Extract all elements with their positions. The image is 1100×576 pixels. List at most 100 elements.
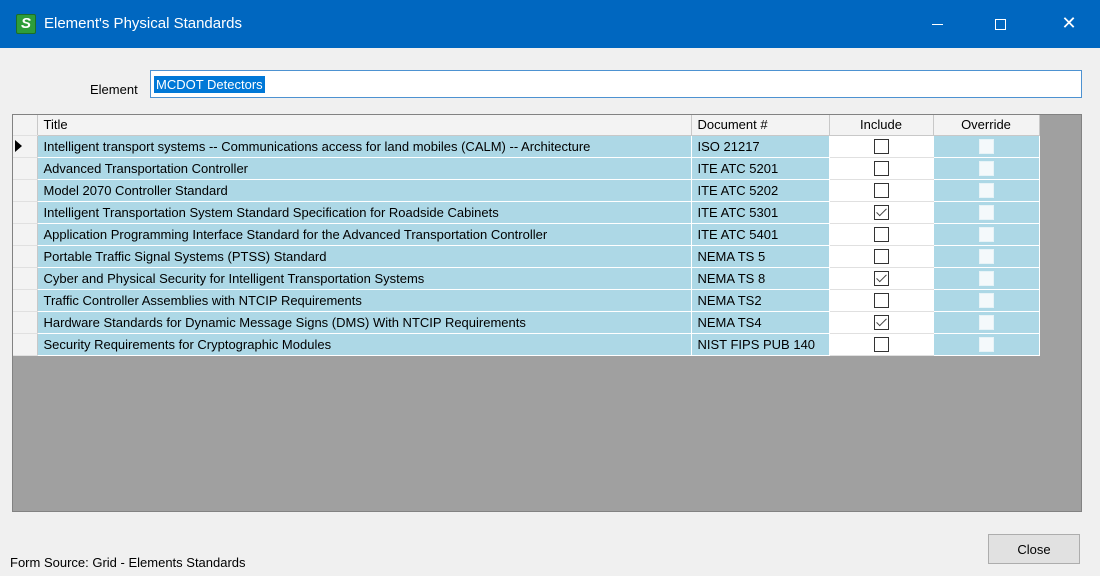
title-cell[interactable]: Traffic Controller Assemblies with NTCIP…	[37, 289, 692, 312]
element-label: Element	[90, 82, 138, 97]
column-header-include[interactable]: Include	[829, 115, 934, 136]
include-cell	[829, 201, 934, 224]
override-checkbox[interactable]	[978, 249, 994, 265]
include-cell	[829, 135, 934, 158]
title-cell[interactable]: Portable Traffic Signal Systems (PTSS) S…	[37, 245, 692, 268]
document-cell[interactable]: NEMA TS 5	[691, 245, 830, 268]
window-title: Element's Physical Standards	[44, 15, 242, 32]
title-cell[interactable]: Application Programming Interface Standa…	[37, 223, 692, 246]
include-cell	[829, 311, 934, 334]
table-row[interactable]: Intelligent transport systems -- Communi…	[13, 135, 1040, 158]
row-selector[interactable]	[13, 245, 38, 268]
document-cell[interactable]: NEMA TS 8	[691, 267, 830, 290]
include-checkbox[interactable]	[873, 271, 889, 287]
title-bar: S Element's Physical Standards ✕	[0, 0, 1100, 48]
current-row-arrow-icon	[15, 140, 22, 152]
form-source-label: Form Source: Grid - Elements Standards	[10, 555, 246, 570]
minimize-button[interactable]	[914, 0, 960, 48]
override-cell	[933, 223, 1040, 246]
override-checkbox[interactable]	[978, 315, 994, 331]
title-cell[interactable]: Intelligent Transportation System Standa…	[37, 201, 692, 224]
row-selector[interactable]	[13, 201, 38, 224]
column-header-document[interactable]: Document #	[691, 115, 830, 136]
document-cell[interactable]: NIST FIPS PUB 140	[691, 333, 830, 356]
row-selector[interactable]	[13, 179, 38, 202]
close-button[interactable]: Close	[988, 534, 1080, 564]
minimize-icon	[931, 23, 943, 25]
include-checkbox[interactable]	[873, 183, 889, 199]
column-header-title[interactable]: Title	[37, 115, 692, 136]
table-row[interactable]: Traffic Controller Assemblies with NTCIP…	[13, 289, 1040, 312]
element-field-value: MCDOT Detectors	[154, 76, 265, 93]
document-cell[interactable]: NEMA TS4	[691, 311, 830, 334]
document-cell[interactable]: ITE ATC 5201	[691, 157, 830, 180]
row-selector[interactable]	[13, 157, 38, 180]
override-checkbox[interactable]	[978, 183, 994, 199]
title-cell[interactable]: Advanced Transportation Controller	[37, 157, 692, 180]
include-cell	[829, 267, 934, 290]
include-checkbox[interactable]	[873, 293, 889, 309]
close-window-button[interactable]: ✕	[1046, 0, 1092, 48]
row-selector[interactable]	[13, 223, 38, 246]
include-checkbox[interactable]	[873, 161, 889, 177]
override-cell	[933, 311, 1040, 334]
include-checkbox[interactable]	[873, 249, 889, 265]
app-logo-icon: S	[16, 14, 36, 34]
override-checkbox[interactable]	[978, 271, 994, 287]
override-cell	[933, 135, 1040, 158]
table-row[interactable]: Model 2070 Controller Standard ITE ATC 52…	[13, 179, 1040, 202]
include-cell	[829, 157, 934, 180]
title-cell[interactable]: Hardware Standards for Dynamic Message S…	[37, 311, 692, 334]
override-checkbox[interactable]	[978, 337, 994, 353]
document-cell[interactable]: ITE ATC 5301	[691, 201, 830, 224]
include-checkbox[interactable]	[873, 227, 889, 243]
override-cell	[933, 245, 1040, 268]
table-row[interactable]: Security Requirements for Cryptographic …	[13, 333, 1040, 356]
standards-grid[interactable]: Title Document # Include Override Intell…	[12, 114, 1082, 512]
row-selector[interactable]	[13, 333, 38, 356]
maximize-button[interactable]	[977, 0, 1023, 48]
include-cell	[829, 289, 934, 312]
include-cell	[829, 179, 934, 202]
override-checkbox[interactable]	[978, 161, 994, 177]
maximize-icon	[994, 18, 1006, 30]
override-cell	[933, 179, 1040, 202]
close-icon: ✕	[1061, 13, 1077, 34]
include-cell	[829, 245, 934, 268]
override-checkbox[interactable]	[978, 205, 994, 221]
override-cell	[933, 201, 1040, 224]
include-checkbox[interactable]	[873, 205, 889, 221]
include-checkbox[interactable]	[873, 337, 889, 353]
title-cell[interactable]: Security Requirements for Cryptographic …	[37, 333, 692, 356]
grid-header-row: Title Document # Include Override	[13, 115, 1040, 136]
document-cell[interactable]: NEMA TS2	[691, 289, 830, 312]
table-row[interactable]: Cyber and Physical Security for Intellig…	[13, 267, 1040, 290]
row-selector[interactable]	[13, 289, 38, 312]
document-cell[interactable]: ITE ATC 5202	[691, 179, 830, 202]
row-selector[interactable]	[13, 135, 38, 158]
title-cell[interactable]: Cyber and Physical Security for Intellig…	[37, 267, 692, 290]
table-row[interactable]: Hardware Standards for Dynamic Message S…	[13, 311, 1040, 334]
row-selector[interactable]	[13, 311, 38, 334]
include-checkbox[interactable]	[873, 315, 889, 331]
override-checkbox[interactable]	[978, 293, 994, 309]
document-cell[interactable]: ITE ATC 5401	[691, 223, 830, 246]
standards-table: Title Document # Include Override Intell…	[13, 115, 1040, 356]
include-checkbox[interactable]	[873, 139, 889, 155]
override-checkbox[interactable]	[978, 227, 994, 243]
table-row[interactable]: Application Programming Interface Standa…	[13, 223, 1040, 246]
title-cell[interactable]: Model 2070 Controller Standard	[37, 179, 692, 202]
row-header-corner	[13, 115, 38, 136]
override-cell	[933, 289, 1040, 312]
override-checkbox[interactable]	[978, 139, 994, 155]
document-cell[interactable]: ISO 21217	[691, 135, 830, 158]
row-selector[interactable]	[13, 267, 38, 290]
include-cell	[829, 223, 934, 246]
title-cell[interactable]: Intelligent transport systems -- Communi…	[37, 135, 692, 158]
override-cell	[933, 157, 1040, 180]
table-row[interactable]: Advanced Transportation Controller ITE AT…	[13, 157, 1040, 180]
column-header-override[interactable]: Override	[933, 115, 1040, 136]
table-row[interactable]: Intelligent Transportation System Standa…	[13, 201, 1040, 224]
element-field[interactable]: MCDOT Detectors	[150, 70, 1082, 98]
table-row[interactable]: Portable Traffic Signal Systems (PTSS) S…	[13, 245, 1040, 268]
